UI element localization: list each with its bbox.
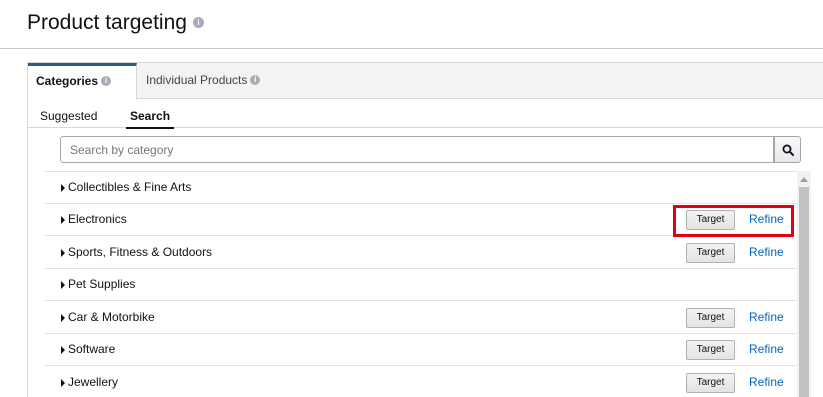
target-button[interactable]: Target [686,340,735,360]
category-name: Electronics [68,212,127,226]
category-name: Collectibles & Fine Arts [68,180,192,194]
search-button[interactable] [774,136,801,163]
target-button[interactable]: Target [686,308,735,328]
caret-right-icon[interactable] [61,281,65,289]
tab-categories[interactable]: Categories i [28,63,137,100]
caret-right-icon[interactable] [61,346,65,354]
list-item[interactable]: Collectibles & Fine Arts [44,172,800,204]
search-input[interactable] [60,136,774,163]
caret-right-icon[interactable] [61,314,65,322]
category-name: Sports, Fitness & Outdoors [68,245,213,259]
page-title: Product targeting i [27,11,204,35]
list-item[interactable]: Software Target Refine [44,334,800,366]
category-name: Car & Motorbike [68,310,155,324]
info-icon[interactable]: i [250,74,261,85]
list-item[interactable]: Sports, Fitness & Outdoors Target Refine [44,237,800,269]
caret-right-icon[interactable] [61,379,65,387]
category-name: Pet Supplies [68,277,136,291]
scrollbar-thumb[interactable] [799,187,809,397]
target-button[interactable]: Target [686,243,735,263]
category-search [60,136,823,164]
category-name: Jewellery [68,375,119,389]
tab-individual-products[interactable]: Individual Products i [138,63,288,99]
info-icon[interactable]: i [192,16,204,28]
search-icon [782,144,794,156]
refine-link[interactable]: Refine [749,375,784,389]
target-button[interactable]: Target [686,373,735,393]
list-item[interactable]: Jewellery Target Refine [44,367,800,397]
page-header: Product targeting i [0,0,823,49]
list-item[interactable]: Pet Supplies [44,269,800,301]
info-icon[interactable]: i [101,75,112,86]
list-item[interactable]: Car & Motorbike Target Refine [44,302,800,334]
refine-link[interactable]: Refine [749,310,784,324]
highlight-box [673,205,794,237]
subtab-suggested[interactable]: Suggested [40,109,97,123]
scroll-up-icon[interactable] [800,177,808,182]
category-name: Software [68,342,116,356]
caret-right-icon[interactable] [61,216,65,224]
refine-link[interactable]: Refine [749,342,784,356]
caret-right-icon[interactable] [61,249,65,257]
refine-link[interactable]: Refine [749,245,784,259]
subtab-search[interactable]: Search [125,109,175,129]
caret-right-icon[interactable] [61,184,65,192]
tab-bar: Categories i Individual Products i [28,63,823,100]
subtab-bar: Suggested Search [28,100,823,129]
scrollbar[interactable] [797,171,811,397]
